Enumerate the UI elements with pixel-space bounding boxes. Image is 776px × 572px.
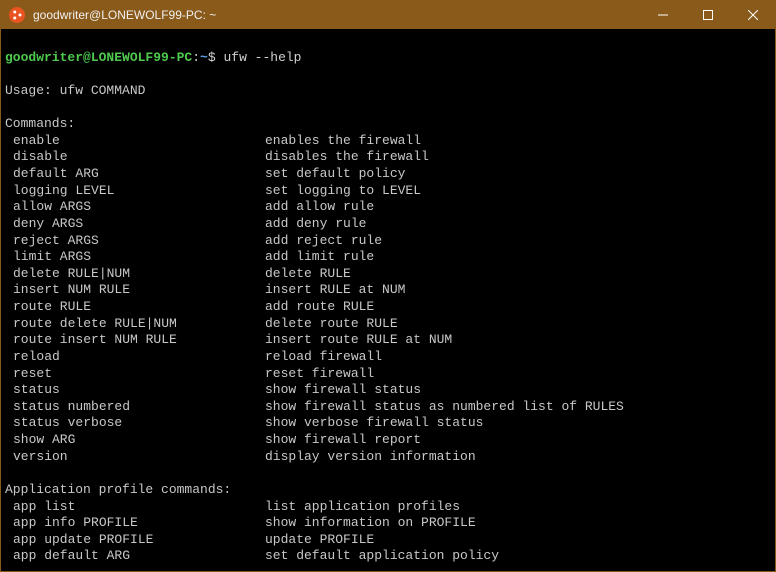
command-name: app list — [5, 499, 265, 516]
command-row: status verboseshow verbose firewall stat… — [5, 415, 771, 432]
prompt-dollar: $ — [208, 50, 216, 65]
command-name: route RULE — [5, 299, 265, 316]
command-description: add limit rule — [265, 249, 374, 266]
command-row: disabledisables the firewall — [5, 149, 771, 166]
command-name: status — [5, 382, 265, 399]
terminal-body[interactable]: goodwriter@LONEWOLF99-PC:~$ ufw --help U… — [1, 29, 775, 571]
minimize-button[interactable] — [640, 1, 685, 29]
command-name: reset — [5, 366, 265, 383]
command-description: insert route RULE at NUM — [265, 332, 452, 349]
command-name: version — [5, 449, 265, 466]
command-name: delete RULE|NUM — [5, 266, 265, 283]
command-description: update PROFILE — [265, 532, 374, 549]
command-description: delete route RULE — [265, 316, 398, 333]
command-row: resetreset firewall — [5, 366, 771, 383]
command-name: enable — [5, 133, 265, 150]
command-description: show firewall status — [265, 382, 421, 399]
command-name: default ARG — [5, 166, 265, 183]
command-row: versiondisplay version information — [5, 449, 771, 466]
command-description: set default application policy — [265, 548, 499, 565]
command-name: route delete RULE|NUM — [5, 316, 265, 333]
command-row: app default ARGset default application p… — [5, 548, 771, 565]
prompt-line-1: goodwriter@LONEWOLF99-PC:~$ ufw --help — [5, 50, 302, 65]
window-controls — [640, 1, 775, 29]
command-description: add deny rule — [265, 216, 366, 233]
command-row: route delete RULE|NUMdelete route RULE — [5, 316, 771, 333]
commands-header: Commands: — [5, 116, 75, 131]
command-description: set default policy — [265, 166, 405, 183]
command-description: show firewall report — [265, 432, 421, 449]
command-row: insert NUM RULEinsert RULE at NUM — [5, 282, 771, 299]
app-commands-list: app listlist application profilesapp inf… — [5, 499, 771, 566]
command-row: status numberedshow firewall status as n… — [5, 399, 771, 416]
command-row: app info PROFILEshow information on PROF… — [5, 515, 771, 532]
command-description: display version information — [265, 449, 476, 466]
maximize-button[interactable] — [685, 1, 730, 29]
app-commands-header: Application profile commands: — [5, 482, 231, 497]
command-name: limit ARGS — [5, 249, 265, 266]
command-row: logging LEVELset logging to LEVEL — [5, 183, 771, 200]
command-name: logging LEVEL — [5, 183, 265, 200]
close-button[interactable] — [730, 1, 775, 29]
command-row: app listlist application profiles — [5, 499, 771, 516]
command-name: status verbose — [5, 415, 265, 432]
command-row: reject ARGSadd reject rule — [5, 233, 771, 250]
command-row: route insert NUM RULEinsert route RULE a… — [5, 332, 771, 349]
command-description: reload firewall — [265, 349, 382, 366]
command-description: enables the firewall — [265, 133, 421, 150]
usage-line: Usage: ufw COMMAND — [5, 83, 145, 98]
command-row: app update PROFILEupdate PROFILE — [5, 532, 771, 549]
command-description: show firewall status as numbered list of… — [265, 399, 624, 416]
ubuntu-icon — [9, 7, 25, 23]
command-row: enableenables the firewall — [5, 133, 771, 150]
command-description: show information on PROFILE — [265, 515, 476, 532]
command-description: disables the firewall — [265, 149, 429, 166]
command-description: reset firewall — [265, 366, 374, 383]
command-row: limit ARGSadd limit rule — [5, 249, 771, 266]
command-row: allow ARGSadd allow rule — [5, 199, 771, 216]
prompt-path: ~ — [200, 50, 208, 65]
command-name: insert NUM RULE — [5, 282, 265, 299]
command-description: add allow rule — [265, 199, 374, 216]
command-row: default ARGset default policy — [5, 166, 771, 183]
command-description: insert RULE at NUM — [265, 282, 405, 299]
command-name: disable — [5, 149, 265, 166]
command-name: deny ARGS — [5, 216, 265, 233]
command-name: app update PROFILE — [5, 532, 265, 549]
command-name: reload — [5, 349, 265, 366]
prompt-colon: : — [192, 50, 200, 65]
terminal-window: goodwriter@LONEWOLF99-PC: ~ goodwriter@L… — [0, 0, 776, 572]
command-name: route insert NUM RULE — [5, 332, 265, 349]
command-name: app info PROFILE — [5, 515, 265, 532]
command-description: add route RULE — [265, 299, 374, 316]
command-input: ufw --help — [216, 50, 302, 65]
command-row: delete RULE|NUMdelete RULE — [5, 266, 771, 283]
command-description: set logging to LEVEL — [265, 183, 421, 200]
command-name: show ARG — [5, 432, 265, 449]
command-name: reject ARGS — [5, 233, 265, 250]
titlebar[interactable]: goodwriter@LONEWOLF99-PC: ~ — [1, 1, 775, 29]
command-name: allow ARGS — [5, 199, 265, 216]
command-row: deny ARGSadd deny rule — [5, 216, 771, 233]
command-name: status numbered — [5, 399, 265, 416]
command-row: reloadreload firewall — [5, 349, 771, 366]
command-description: add reject rule — [265, 233, 382, 250]
window-title: goodwriter@LONEWOLF99-PC: ~ — [33, 8, 640, 22]
command-row: route RULEadd route RULE — [5, 299, 771, 316]
commands-list: enableenables the firewalldisabledisable… — [5, 133, 771, 466]
command-row: statusshow firewall status — [5, 382, 771, 399]
command-description: show verbose firewall status — [265, 415, 483, 432]
command-description: list application profiles — [265, 499, 460, 516]
command-description: delete RULE — [265, 266, 351, 283]
prompt-user-host: goodwriter@LONEWOLF99-PC — [5, 50, 192, 65]
command-row: show ARGshow firewall report — [5, 432, 771, 449]
command-name: app default ARG — [5, 548, 265, 565]
